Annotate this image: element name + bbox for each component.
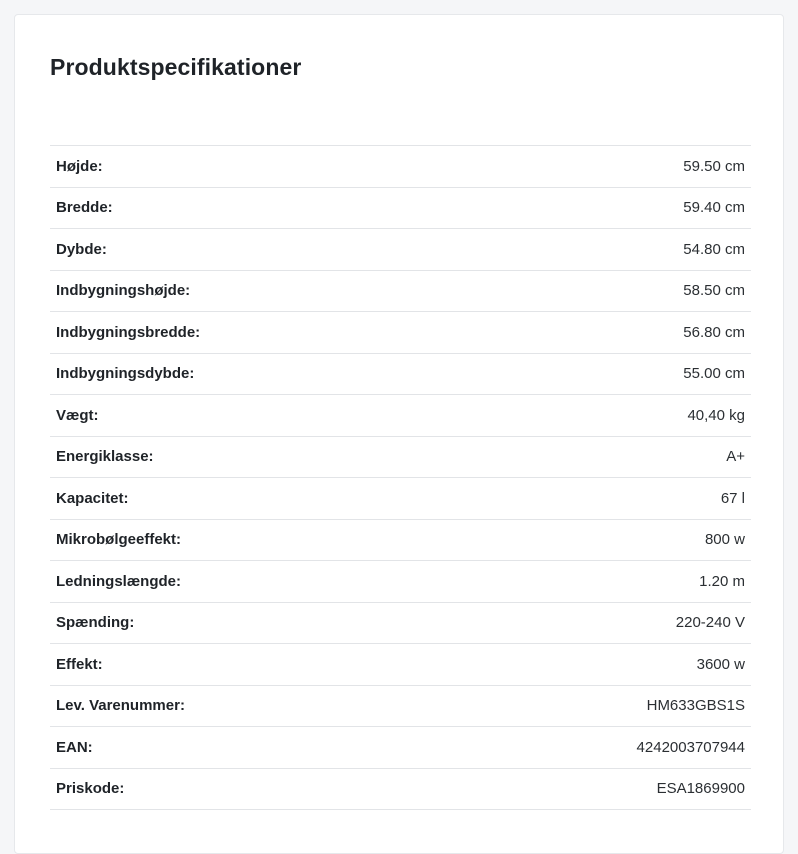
spec-label: Effekt: — [56, 655, 103, 673]
spec-row: Lev. Varenummer: HM633GBS1S — [50, 686, 751, 727]
spec-value: 54.80 cm — [683, 240, 745, 258]
spec-row: Indbygningsdybde: 55.00 cm — [50, 354, 751, 395]
spec-row: Energiklasse: A+ — [50, 437, 751, 478]
spec-value: 40,40 kg — [687, 406, 745, 424]
spec-value: 220-240 V — [675, 614, 745, 632]
spec-label: EAN: — [56, 738, 93, 756]
spec-label: Vægt: — [56, 406, 99, 424]
page-title: Produktspecifikationer — [50, 54, 302, 80]
spec-value: 59.40 cm — [683, 199, 745, 217]
spec-value: 67 l — [720, 489, 745, 507]
spec-label: Højde: — [56, 157, 103, 175]
spec-value: HM633GBS1S — [646, 697, 745, 715]
spec-label: Indbygningsdybde: — [56, 365, 195, 383]
spec-label: Spænding: — [56, 614, 135, 632]
spec-row: Priskode: ESA1869900 — [50, 769, 751, 810]
spec-row: Kapacitet: 67 l — [50, 478, 751, 520]
spec-label: Kapacitet: — [56, 489, 129, 507]
spec-row: Spænding: 220-240 V — [50, 603, 751, 644]
spec-row: Effekt: 3600 w — [50, 644, 751, 686]
spec-row: Mikrobølgeeffekt: 800 w — [50, 520, 751, 561]
spec-card: Produktspecifikationer Højde: 59.50 cm Bre… — [14, 14, 784, 854]
spec-row: Ledningslængde: 1.20 m — [50, 561, 751, 603]
spec-label: Indbygningsbredde: — [56, 323, 201, 341]
spec-value: 59.50 cm — [683, 157, 745, 175]
spec-row: Dybde: 54.80 cm — [50, 229, 751, 271]
spec-value: 4242003707944 — [636, 738, 745, 756]
spec-row: EAN: 4242003707944 — [50, 727, 751, 769]
spec-value: A+ — [726, 448, 745, 466]
spec-row: Bredde: 59.40 cm — [50, 188, 751, 229]
spec-value: 1.20 m — [699, 572, 745, 590]
spec-label: Lev. Varenummer: — [56, 697, 185, 715]
spec-label: Indbygningshøjde: — [56, 282, 191, 300]
spec-table: Højde: 59.50 cm Bredde: 59.40 cm Dybde: 54.80… — [50, 145, 751, 810]
spec-value: 3600 w — [696, 655, 745, 673]
spec-value: 58.50 cm — [683, 282, 745, 300]
spec-label: Mikrobølgeeffekt: — [56, 531, 182, 549]
spec-label: Bredde: — [56, 199, 113, 217]
spec-label: Dybde: — [56, 240, 107, 258]
spec-row: Højde: 59.50 cm — [50, 146, 751, 188]
spec-label: Priskode: — [56, 780, 125, 798]
spec-value: ESA1869900 — [656, 780, 745, 798]
spec-value: 55.00 cm — [683, 365, 745, 383]
spec-label: Energiklasse: — [56, 448, 154, 466]
spec-row: Indbygningshøjde: 58.50 cm — [50, 271, 751, 312]
spec-row: Indbygningsbredde: 56.80 cm — [50, 312, 751, 354]
spec-label: Ledningslængde: — [56, 572, 181, 590]
spec-value: 56.80 cm — [683, 323, 745, 341]
spec-value: 800 w — [704, 531, 745, 549]
spec-row: Vægt: 40,40 kg — [50, 395, 751, 437]
